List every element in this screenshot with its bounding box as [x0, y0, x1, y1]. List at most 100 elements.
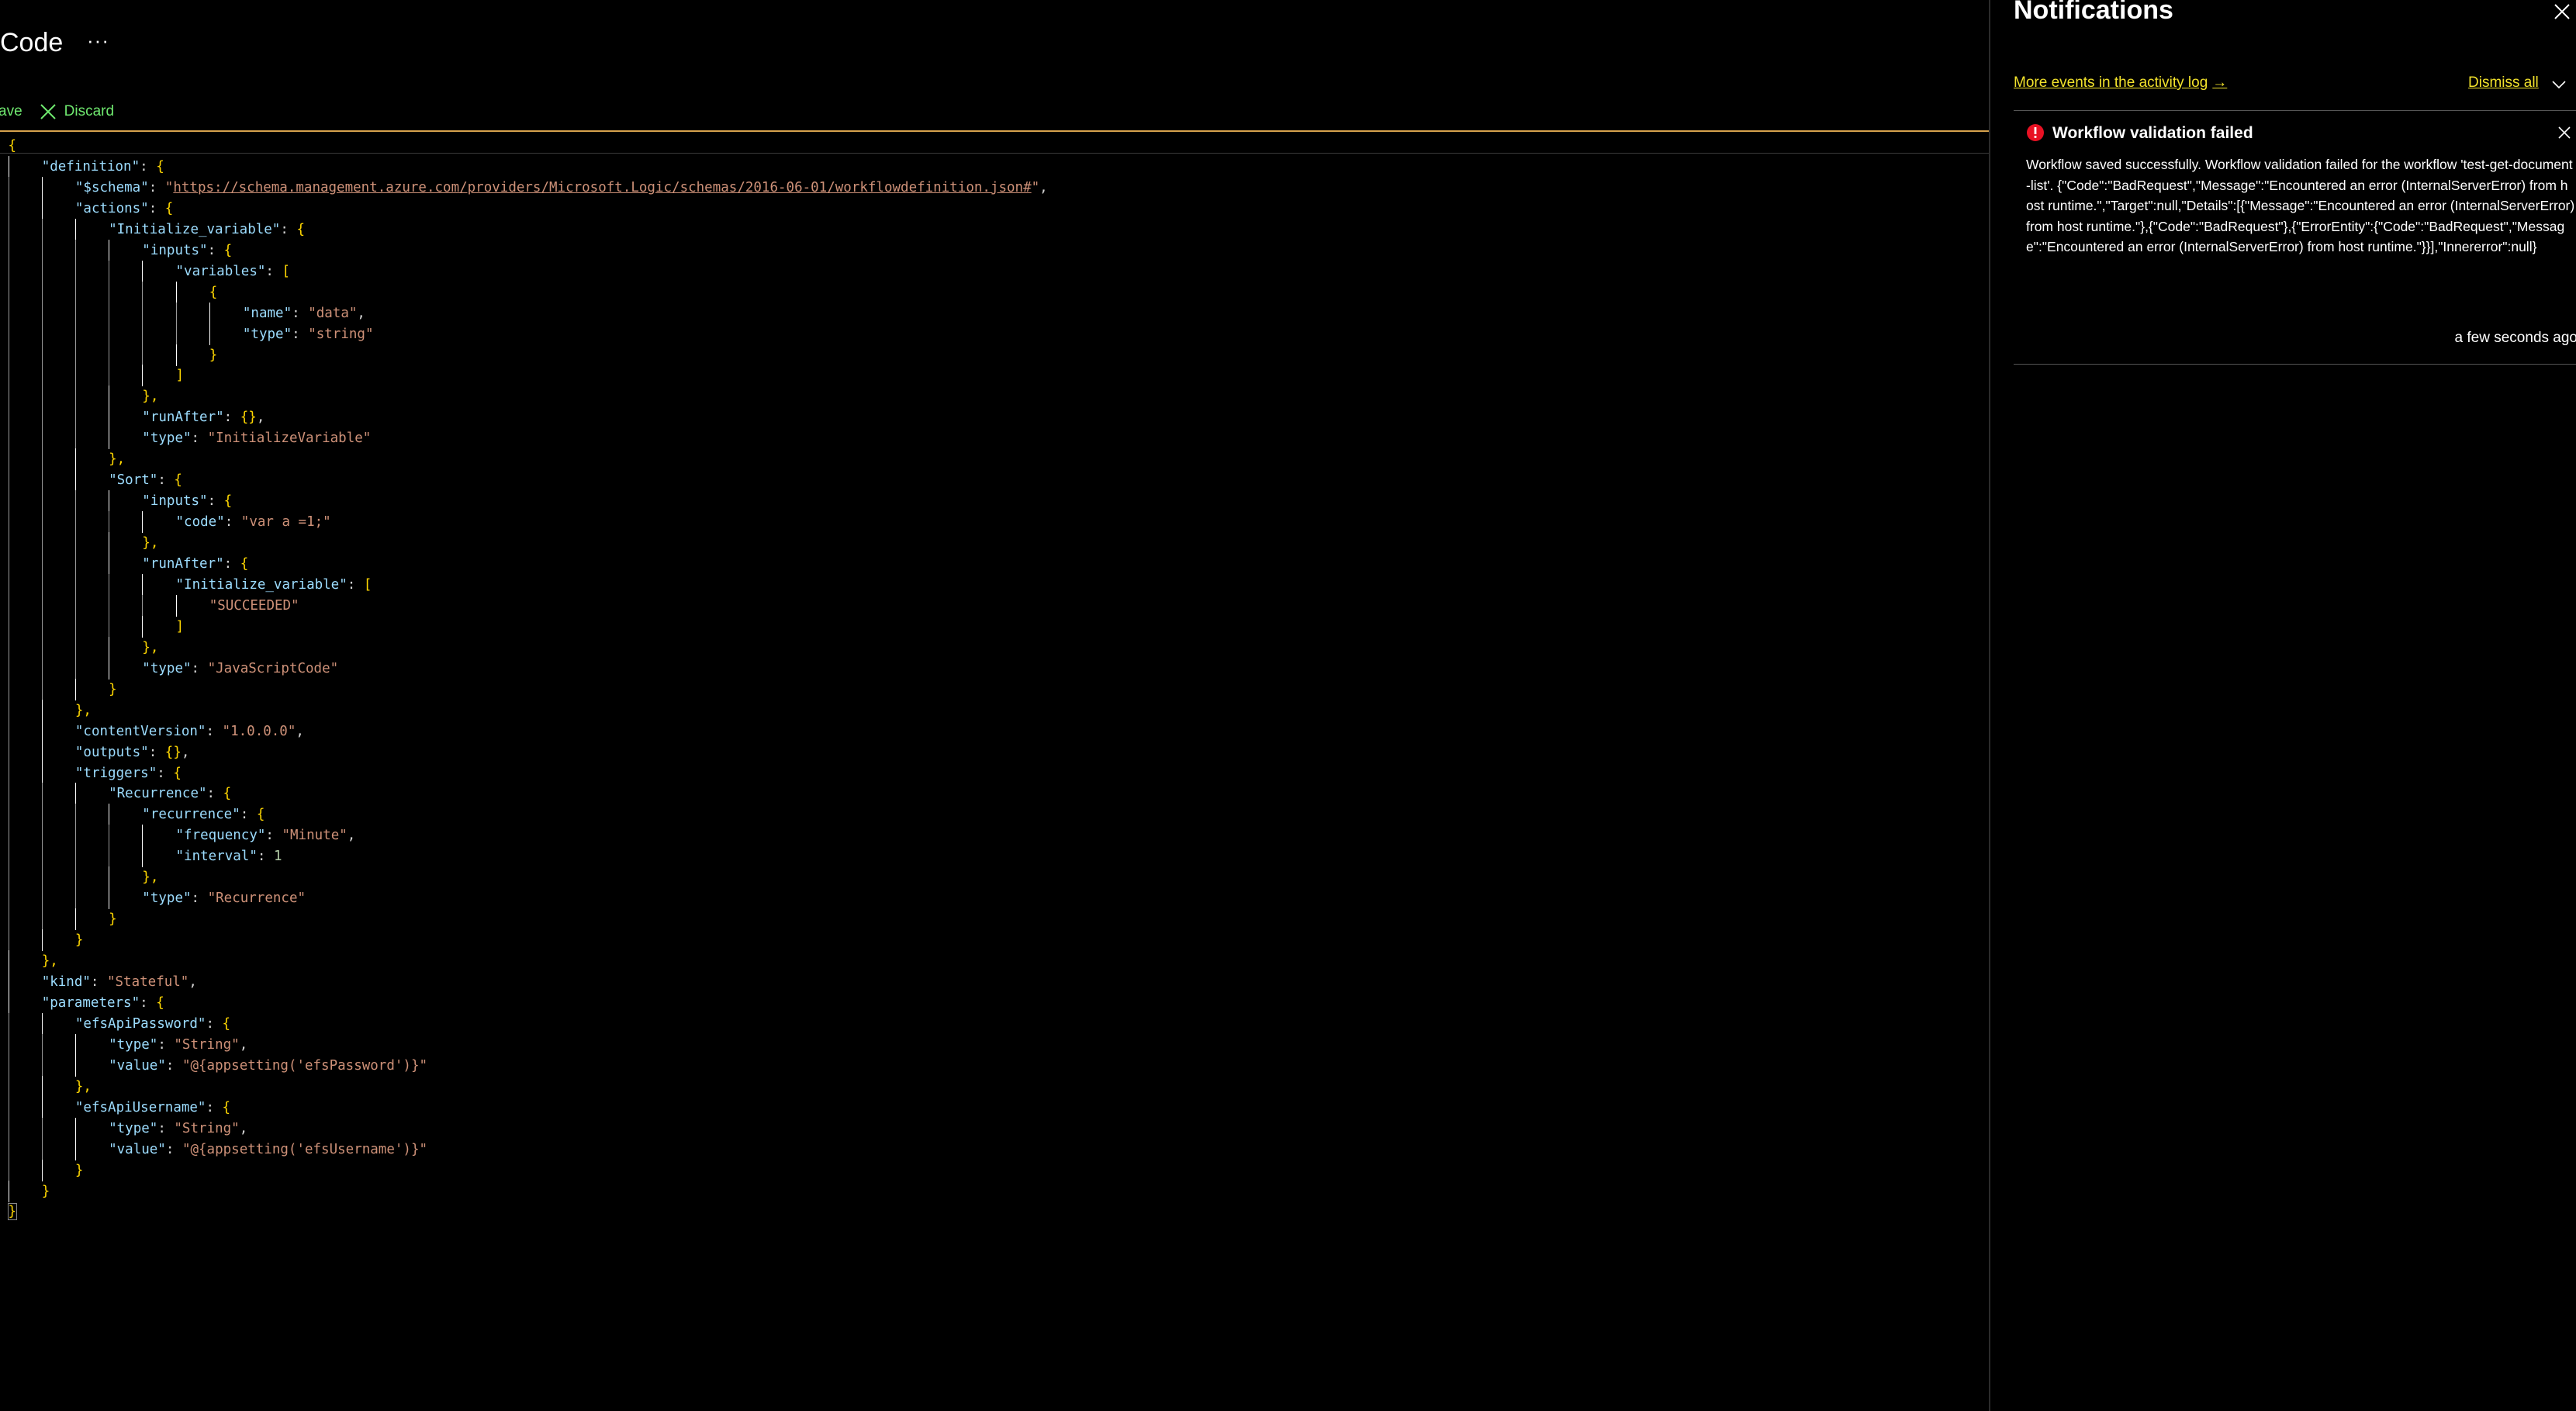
indent-guide [142, 365, 143, 387]
indent-guide [74, 448, 76, 471]
code-token: } [74, 1162, 84, 1178]
indent-guide [41, 553, 43, 575]
line-content: "name": "data", [243, 303, 365, 324]
code-token: "$schema" [74, 179, 149, 195]
code-token: { [156, 994, 164, 1011]
indent-guide [41, 783, 43, 805]
indent-guide [175, 344, 177, 366]
code-token: : [257, 849, 274, 865]
code-token: : [207, 493, 224, 510]
indent-guide [74, 281, 76, 303]
code-token: : [157, 1120, 175, 1136]
code-token: }, [142, 389, 159, 405]
indent-guide [41, 594, 43, 617]
indent-guide [41, 1159, 43, 1181]
indent-guide [74, 218, 76, 240]
indent-guide [41, 908, 43, 931]
code-token: { [209, 284, 218, 300]
save-button[interactable]: ave [0, 103, 22, 120]
code-token: "type" [142, 891, 192, 907]
code-token: : [280, 221, 297, 237]
line-content: "frequency": "Minute", [176, 825, 356, 846]
line-content: } [209, 344, 218, 366]
code-token: { [223, 242, 233, 258]
line-content: ] [176, 616, 185, 638]
save-label: ave [0, 103, 22, 119]
indent-guide [74, 846, 76, 868]
code-editor[interactable]: {"definition": {"$schema": "https://sche… [0, 130, 1989, 1294]
code-token: "Minute" [282, 828, 348, 844]
indent-guide [175, 594, 177, 617]
code-token: " [164, 179, 174, 195]
indent-guide [74, 887, 76, 910]
indent-guide [41, 469, 43, 492]
code-token: , [296, 723, 304, 739]
line-content: "type": "Recurrence" [142, 887, 306, 909]
more-options-button[interactable]: ··· [87, 23, 109, 62]
code-token: : [165, 1141, 182, 1157]
indent-guide [41, 302, 43, 324]
indent-guide [142, 594, 143, 617]
code-token: "SUCCEEDED" [209, 597, 299, 614]
indent-guide [142, 281, 143, 303]
code-token: "string" [308, 326, 374, 342]
indent-guide [74, 260, 76, 282]
code-token: : [206, 723, 223, 739]
code-token: : [207, 242, 224, 258]
line-content: } [75, 1160, 84, 1181]
code-token: }, [142, 535, 159, 552]
indent-guide [74, 573, 76, 596]
code-token: {} [240, 410, 257, 426]
dismiss-all-button[interactable]: Dismiss all [2468, 74, 2539, 92]
code-token: "type" [142, 431, 192, 447]
code-token: "@{appsetting('efsUsername')}" [182, 1141, 428, 1157]
line-content: "type": "String", [109, 1034, 247, 1056]
code-token: "String" [174, 1120, 240, 1136]
code-token: }, [109, 451, 126, 468]
code-token: }, [41, 953, 58, 970]
line-content: "interval": 1 [176, 846, 282, 867]
indent-guide [74, 1033, 76, 1056]
code-token: , [239, 1120, 248, 1136]
code-token: "recurrence" [142, 807, 240, 823]
indent-guide [41, 406, 43, 429]
code-token: { [173, 765, 182, 781]
indent-guide [175, 281, 177, 303]
indent-guide [41, 1054, 43, 1077]
indent-guide [41, 260, 43, 282]
indent-guide [41, 176, 43, 199]
indent-guide [41, 573, 43, 596]
indent-guide [74, 553, 76, 575]
code-token: "triggers" [74, 765, 157, 781]
chevron-down-icon[interactable] [2550, 76, 2567, 93]
line-content: "Initialize_variable": [ [176, 574, 372, 596]
indent-guide [142, 511, 143, 534]
code-token: "JavaScriptCode" [207, 660, 339, 676]
line-content: } [42, 1181, 50, 1202]
code-token: : [191, 431, 208, 447]
code-token: { [8, 138, 17, 154]
code-token: }, [74, 1078, 92, 1095]
line-content: "parameters": { [42, 992, 164, 1014]
indent-guide [175, 323, 177, 345]
line-content: "inputs": { [142, 490, 232, 512]
indent-guide [74, 657, 76, 680]
code-token: ] [175, 618, 185, 635]
line-content: "$schema": "https://schema.management.az… [75, 177, 1048, 199]
close-notification-icon[interactable] [2557, 125, 2572, 140]
indent-guide [142, 573, 143, 596]
code-token: { [222, 1099, 231, 1115]
code-token: } [41, 1183, 50, 1199]
discard-button[interactable]: Discard [40, 103, 114, 120]
activity-log-link[interactable]: More events in the activity log → [2014, 74, 2227, 92]
indent-guide [142, 615, 143, 638]
indent-guide [74, 908, 76, 931]
close-panel-icon[interactable] [2552, 2, 2572, 22]
line-content: { [209, 282, 218, 303]
code-token: " [1031, 179, 1040, 195]
indent-guide [74, 636, 76, 659]
notification-item[interactable]: Workflow validation failed Workflow save… [2014, 111, 2576, 365]
line-content: "efsApiPassword": { [75, 1013, 230, 1035]
code-token: "Recurrence" [109, 786, 207, 802]
code-token: : [148, 744, 165, 760]
